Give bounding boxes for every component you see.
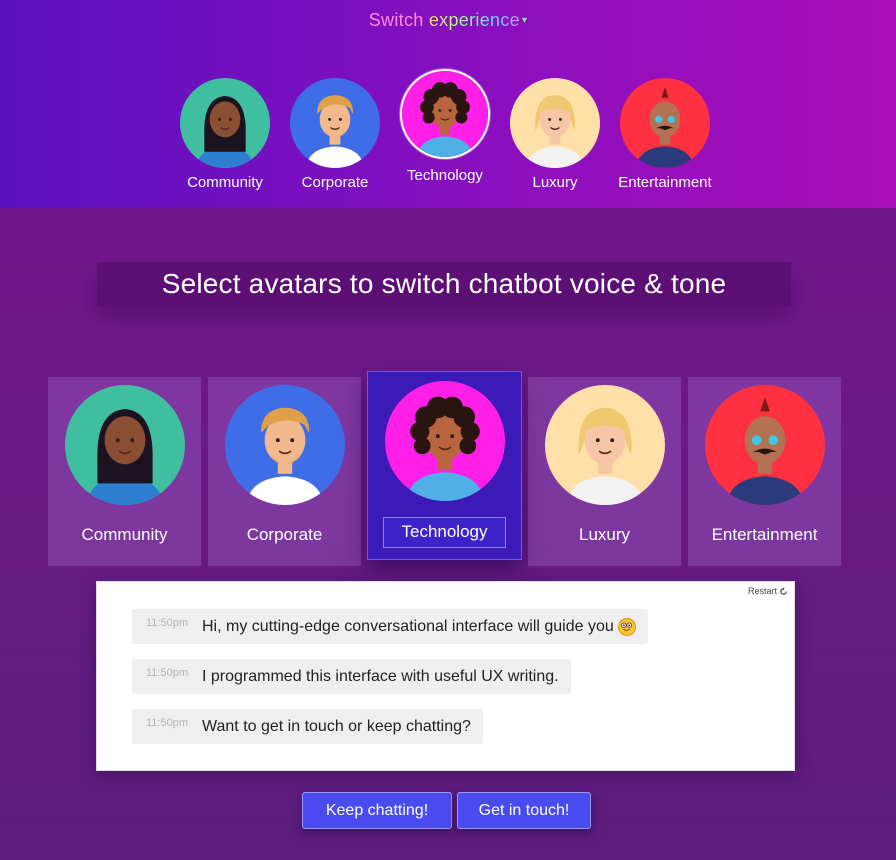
card-corporate[interactable]: Corporate [208,377,361,566]
card-label: Entertainment [711,525,818,544]
experience-label: experience [428,10,520,30]
chat-message: 11:50pm Hi, my cutting-edge conversation… [132,609,648,644]
restart-button[interactable]: Restart [748,586,788,596]
message-timestamp: 11:50pm [146,617,188,629]
card-label: Luxury [578,525,631,544]
top-avatar-label: Luxury [532,174,578,191]
card-label: Community [81,525,168,544]
top-avatar-community[interactable]: Community [165,78,285,191]
message-text: I programmed this interface with useful … [202,667,559,685]
card-luxury[interactable]: Luxury [528,377,681,566]
avatar-technology-icon [384,381,505,501]
header-bar: Switch experience▾ Community Corporate [0,0,896,208]
avatar-entertainment-icon [704,385,825,505]
top-avatar-luxury[interactable]: Luxury [495,78,615,191]
card-label: Corporate [246,525,323,544]
top-avatar-label: Entertainment [618,174,712,191]
avatar-corporate-icon [290,78,380,168]
chat-message: 11:50pm Want to get in touch or keep cha… [132,709,483,744]
top-avatar-label: Community [187,174,263,191]
top-avatar-technology[interactable]: Technology [385,69,505,184]
card-technology[interactable]: Technology [367,371,522,560]
avatar-luxury-icon [544,385,665,505]
message-text: Hi, my cutting-edge conversational inter… [202,617,614,635]
top-avatar-entertainment[interactable]: Entertainment [605,78,725,191]
switch-experience-menu[interactable]: Switch experience ▾ [0,10,896,31]
avatar-technology-icon [400,69,490,159]
avatar-community-icon [180,78,270,168]
avatar-luxury-icon [510,78,600,168]
avatar-entertainment-icon [620,78,710,168]
message-timestamp: 11:50pm [146,717,188,729]
restart-icon [780,587,787,595]
top-avatar-switcher: Community Corporate Technology Luxury En… [0,69,896,198]
restart-label: Restart [747,586,777,596]
top-avatar-label: Corporate [301,174,369,191]
chat-message: 11:50pm I programmed this interface with… [132,659,571,694]
chat-window: Restart 11:50pm Hi, my cutting-edge conv… [96,581,795,771]
avatar-community-icon [64,385,185,505]
card-label: Technology [383,517,506,548]
avatar-corporate-icon [224,385,345,505]
switch-label: Switch [368,10,424,30]
message-timestamp: 11:50pm [146,667,188,679]
card-entertainment[interactable]: Entertainment [688,377,841,566]
top-avatar-corporate[interactable]: Corporate [275,78,395,191]
keep-chatting-button[interactable]: Keep chatting! [302,792,452,829]
get-in-touch-button[interactable]: Get in touch! [457,792,591,829]
card-community[interactable]: Community [48,377,201,566]
caret-down-icon: ▾ [521,15,528,26]
nerd-face-emoji-icon [617,617,636,636]
top-avatar-label: Technology [407,167,483,184]
message-text: Want to get in touch or keep chatting? [202,717,471,735]
page-title: Select avatars to switch chatbot voice &… [97,262,791,306]
